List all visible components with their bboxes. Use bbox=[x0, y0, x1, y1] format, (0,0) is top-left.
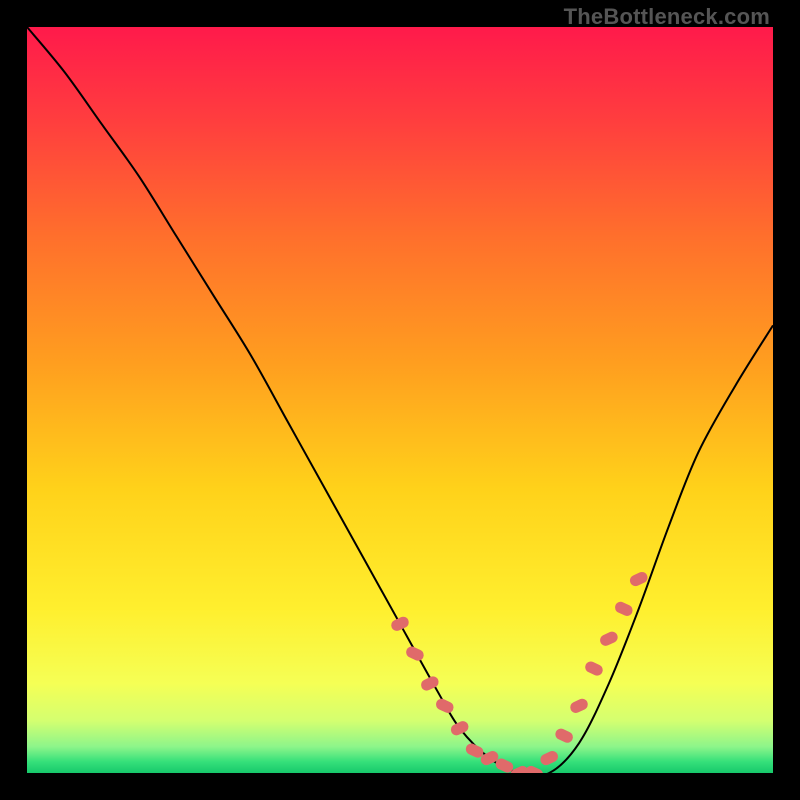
plot-area bbox=[27, 27, 773, 773]
chart-frame: TheBottleneck.com bbox=[0, 0, 800, 800]
chart-svg bbox=[27, 27, 773, 773]
gradient-background bbox=[27, 27, 773, 773]
